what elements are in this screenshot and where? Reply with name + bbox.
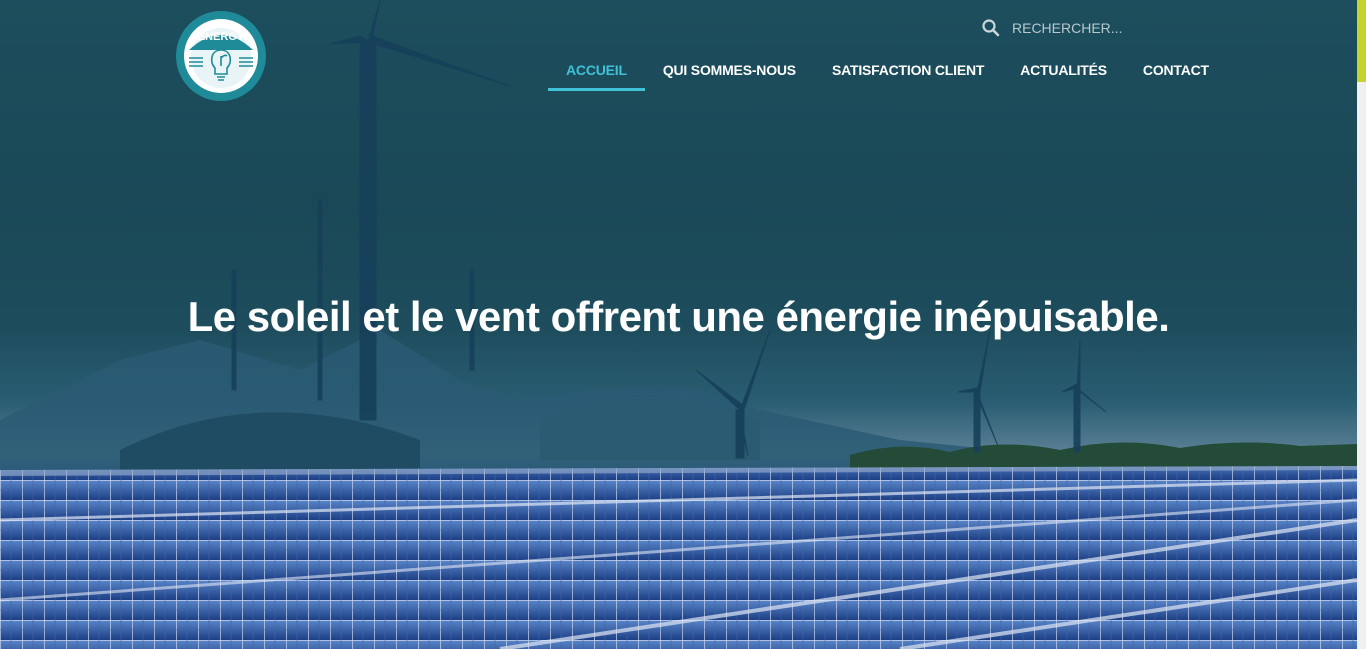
- logo-text: ENERGY: [198, 31, 245, 43]
- energy-logo[interactable]: ENERGY: [175, 10, 267, 102]
- search-input[interactable]: [1010, 19, 1134, 37]
- nav-item-accueil[interactable]: ACCUEIL: [548, 54, 645, 91]
- page-scrollbar[interactable]: [1357, 0, 1366, 649]
- main-nav: ACCUEIL QUI SOMMES-NOUS SATISFACTION CLI…: [548, 54, 1227, 91]
- nav-item-satisfaction-client[interactable]: SATISFACTION CLIENT: [814, 54, 1002, 90]
- nav-item-contact[interactable]: CONTACT: [1125, 54, 1227, 90]
- hero-section: ENERGY ACCUEIL QUI SOMMES-NOUS SATISFACT…: [0, 0, 1357, 649]
- nav-item-actualites[interactable]: ACTUALITÉS: [1002, 54, 1125, 90]
- nav-item-qui-sommes-nous[interactable]: QUI SOMMES-NOUS: [645, 54, 814, 90]
- scrollbar-thumb[interactable]: [1357, 0, 1366, 82]
- search-bar: [982, 19, 1134, 37]
- search-icon[interactable]: [982, 19, 1000, 37]
- hero-headline: Le soleil et le vent offrent une énergie…: [187, 293, 1170, 340]
